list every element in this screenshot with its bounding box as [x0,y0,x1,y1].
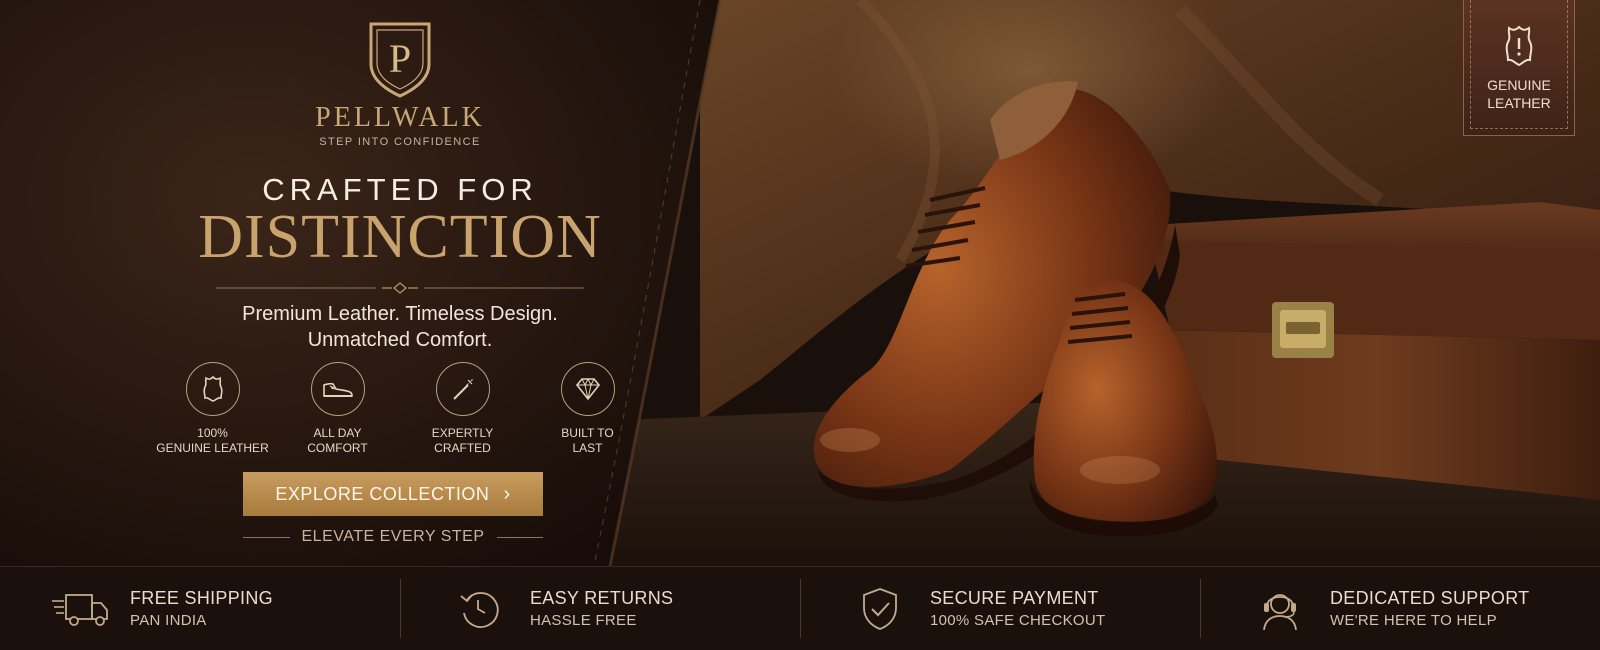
feature-label-line1: 100% [197,426,228,440]
benefit-free-shipping: FREE SHIPPING PAN INDIA [0,567,400,650]
feature-expertly-crafted: EXPERTLY CRAFTED [403,362,523,456]
feature-label-line2: GENUINE LEATHER [156,441,269,455]
benefit-title: EASY RETURNS [530,588,674,608]
headline-line2: DISTINCTION [198,203,602,271]
diamond-icon [560,362,615,416]
feature-list: 100% GENUINE LEATHER ALL DAY COMFORT EXP… [150,362,650,456]
explore-collection-button[interactable]: EXPLORE COLLECTION › [243,472,543,516]
badge-line1: GENUINE [1487,77,1551,93]
shield-check-icon [850,585,910,633]
benefit-title: FREE SHIPPING [130,588,273,608]
elevate-tagline: ELEVATE EVERY STEP [243,528,543,546]
feature-genuine-leather: 100% GENUINE LEATHER [153,362,273,456]
headset-icon [1250,585,1310,633]
benefit-subtitle: WE'RE HERE TO HELP [1330,612,1497,629]
shield-logo-icon: P [369,22,431,98]
tagline-line-right [496,536,543,538]
feature-label-line1: BUILT TO [561,426,614,440]
genuine-leather-badge: GENUINE LEATHER [1463,0,1575,136]
feature-all-day-comfort: ALL DAY COMFORT [278,362,398,456]
benefit-easy-returns: EASY RETURNS HASSLE FREE [400,567,800,650]
cta-label: EXPLORE COLLECTION [275,483,490,504]
ornament-divider [216,282,584,294]
returns-icon [450,585,510,633]
brand-logo[interactable]: P PELLWALK STEP INTO CONFIDENCE [300,20,500,148]
hero-banner: P PELLWALK STEP INTO CONFIDENCE CRAFTED … [0,0,1600,650]
hero-section: P PELLWALK STEP INTO CONFIDENCE CRAFTED … [0,0,1600,566]
benefit-title: DEDICATED SUPPORT [1330,588,1530,608]
feature-built-to-last: BUILT TO LAST [528,362,648,456]
badge-line2: LEATHER [1487,95,1551,111]
brand-tagline: STEP INTO CONFIDENCE [319,136,481,148]
tagline-line-left [243,536,290,538]
benefit-subtitle: PAN INDIA [130,612,207,629]
feature-label-line2: CRAFTED [434,441,491,455]
benefits-bar: FREE SHIPPING PAN INDIA EASY RETURNS HAS… [0,566,1600,650]
leather-hide-icon [1505,25,1533,67]
feature-label-line1: EXPERTLY [431,426,494,440]
benefit-title: SECURE PAYMENT [930,588,1099,608]
benefit-subtitle: HASSLE FREE [530,612,637,629]
hero-subcopy: Premium Leather. Timeless Design. Unmatc… [150,301,650,353]
shoe-icon [310,362,365,416]
leather-hide-icon [185,362,240,416]
awl-tool-icon [435,362,490,416]
benefit-subtitle: 100% SAFE CHECKOUT [930,612,1106,629]
logo-letter: P [389,36,411,81]
benefit-secure-payment: SECURE PAYMENT 100% SAFE CHECKOUT [800,567,1200,650]
feature-label-line1: ALL DAY [313,426,362,440]
truck-icon [50,585,110,633]
chevron-right-icon: › [503,482,511,505]
feature-label-line2: COMFORT [307,441,368,455]
feature-label-line2: LAST [572,441,603,455]
subcopy-line1: Premium Leather. Timeless Design. [242,303,558,325]
elevate-text: ELEVATE EVERY STEP [301,528,485,545]
brand-name: PELLWALK [315,102,485,133]
benefit-dedicated-support: DEDICATED SUPPORT WE'RE HERE TO HELP [1200,567,1600,650]
subcopy-line2: Unmatched Comfort. [307,329,493,351]
